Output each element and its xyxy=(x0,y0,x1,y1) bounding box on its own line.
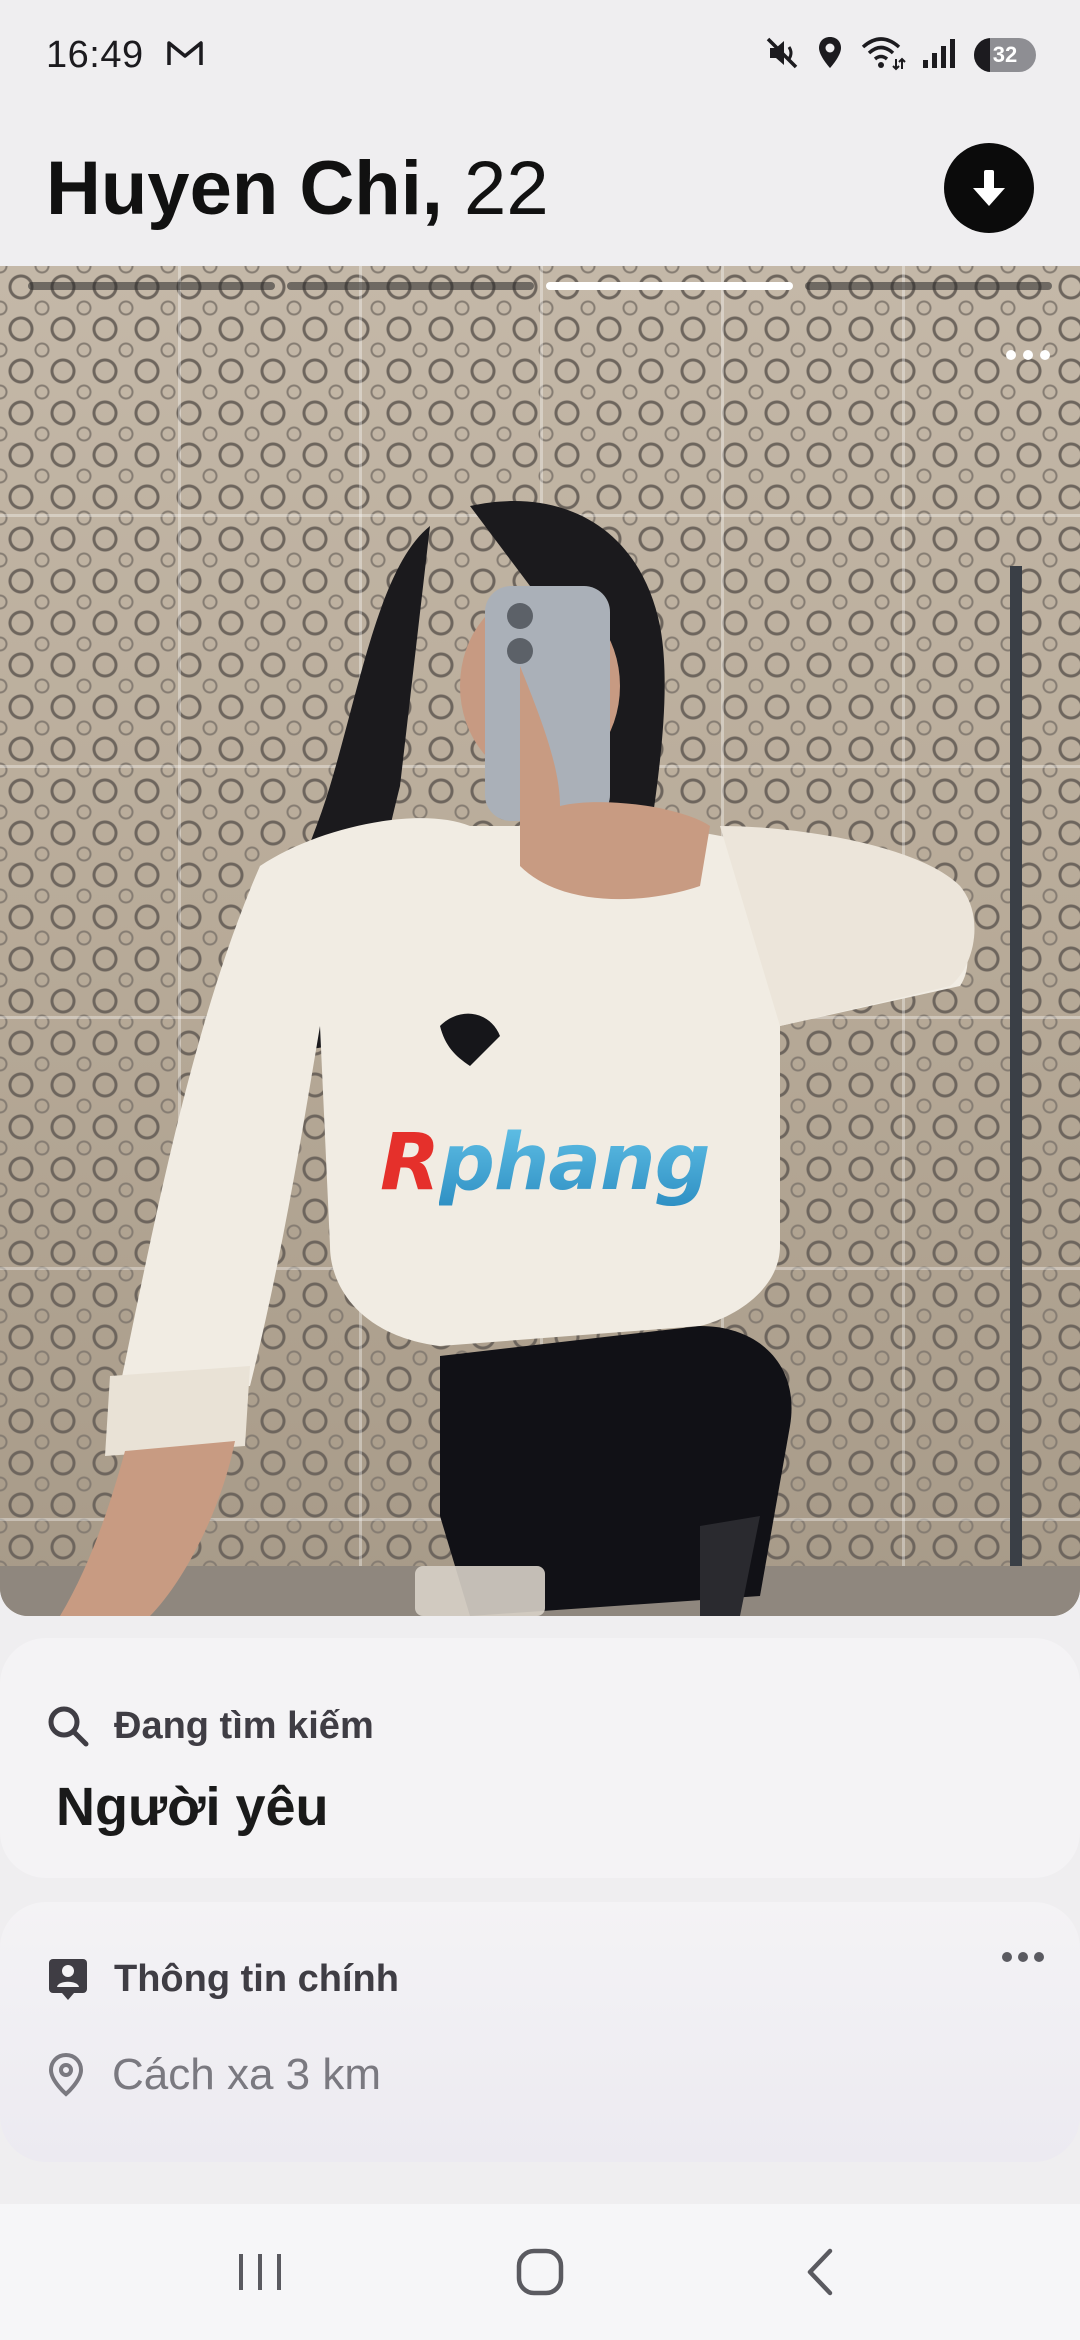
photo-progress-segment xyxy=(28,282,275,290)
status-bar: 16:49 32 xyxy=(0,0,1080,110)
status-right: 32 xyxy=(764,35,1036,76)
status-time: 16:49 xyxy=(46,33,144,76)
photo-progress-segment xyxy=(805,282,1052,290)
looking-for-label: Đang tìm kiếm xyxy=(114,1704,374,1747)
battery-fill xyxy=(974,38,991,72)
photo-figure xyxy=(0,501,1080,1616)
home-button[interactable] xyxy=(480,2232,600,2312)
main-info-label: Thông tin chính xyxy=(114,1957,399,2000)
download-button[interactable] xyxy=(944,143,1034,233)
back-icon xyxy=(807,2248,833,2296)
photo-progress-segment-active xyxy=(546,282,793,290)
signal-icon xyxy=(922,36,958,75)
status-left: 16:49 xyxy=(46,34,204,77)
more-horizontal-icon[interactable] xyxy=(1002,1952,1044,1962)
looking-for-card: Đang tìm kiếm Người yêu xyxy=(0,1638,1080,1878)
recents-icon xyxy=(239,2254,281,2290)
distance-text: Cách xa 3 km xyxy=(112,2050,381,2099)
gmail-icon xyxy=(166,38,204,73)
home-icon xyxy=(516,2248,564,2296)
profile-header: Huyen Chi, 22 xyxy=(0,110,1080,266)
profile-title: Huyen Chi, 22 xyxy=(46,145,549,232)
main-info-card: Thông tin chính Cách xa 3 km xyxy=(0,1902,1080,2162)
photo-more-icon[interactable] xyxy=(1006,350,1050,360)
profile-age: 22 xyxy=(464,145,549,231)
looking-for-header: Đang tìm kiếm xyxy=(46,1704,1034,1748)
profile-photo[interactable]: Rphang xyxy=(0,266,1080,1616)
recents-button[interactable] xyxy=(200,2232,320,2312)
wifi-icon xyxy=(860,35,906,76)
looking-for-value: Người yêu xyxy=(56,1777,329,1837)
search-icon xyxy=(48,1706,89,1747)
battery-indicator: 32 xyxy=(974,38,1036,72)
battery-level: 32 xyxy=(992,42,1018,67)
profile-card-icon xyxy=(49,1959,87,2000)
watermark-logo: Rphang xyxy=(380,1118,710,1208)
location-pin-icon xyxy=(48,2052,84,2097)
photo-progress xyxy=(28,282,1052,290)
photo-progress-segment xyxy=(287,282,534,290)
mute-icon xyxy=(764,35,800,76)
main-info-header: Thông tin chính xyxy=(46,1956,1034,2002)
profile-name: Huyen Chi, xyxy=(46,145,443,231)
distance-row: Cách xa 3 km xyxy=(46,2050,1034,2100)
system-nav-bar xyxy=(0,2204,1080,2340)
arrow-down-icon xyxy=(973,170,1005,206)
location-icon xyxy=(816,35,844,76)
back-button[interactable] xyxy=(760,2232,880,2312)
